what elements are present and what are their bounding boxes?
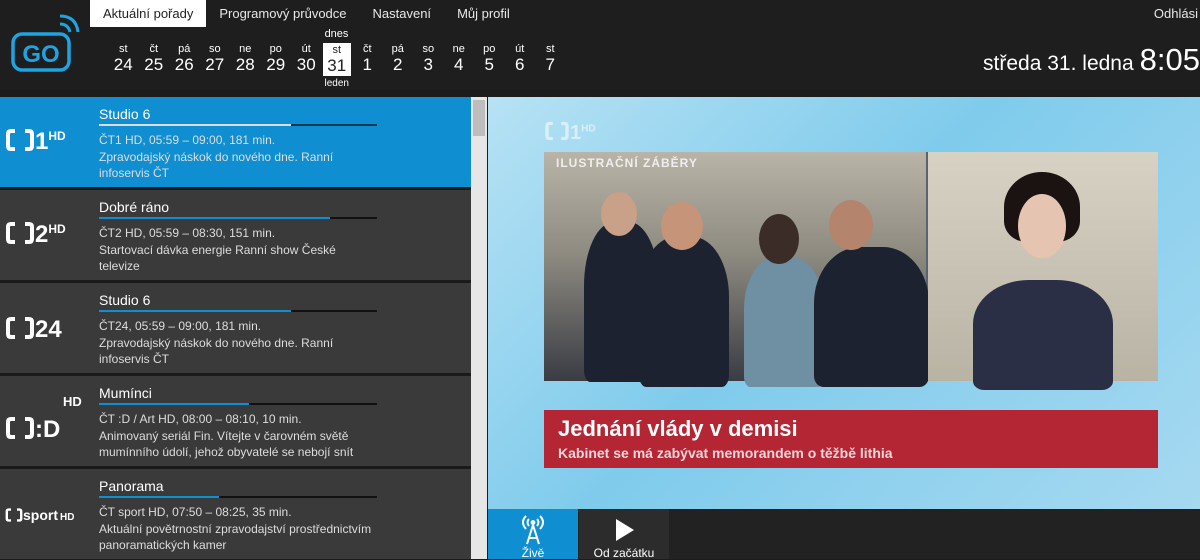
ct-go-logo[interactable]: GO [10,12,80,78]
today-label: dnes [324,28,349,40]
channel-list-scrollbar[interactable] [471,97,487,559]
channel-item-ct1[interactable]: 1HD Studio 6 ČT1 HD, 05:59 – 09:00, 181 … [0,97,471,187]
date-item[interactable]: út 6 [505,43,536,89]
news-anchor-image [928,152,1158,390]
scrollbar-thumb[interactable] [473,100,485,136]
program-progress [99,217,377,219]
ct24-logo: 24 [5,316,95,344]
ct-brackets-icon [6,317,34,339]
ctsport-logo: sport HD [5,507,95,523]
program-description: Aktuální povětrnostní zpravodajství pros… [99,522,372,552]
date-item[interactable]: čt 25 [139,43,170,89]
play-icon [616,519,634,541]
channel-item-ct24[interactable]: 24 Studio 6 ČT24, 05:59 – 09:00, 181 min… [0,283,471,373]
tab-settings[interactable]: Nastavení [360,0,445,27]
program-title: Mumínci [99,385,152,401]
live-label: Živě [521,546,545,560]
program-meta: ČT :D / Art HD, 08:00 – 08:10, 10 min. [99,412,302,426]
news-lower-third: Jednání vlády v demisi Kabinet se má zab… [544,410,1158,468]
program-description: Startovací dávka energie Ranní show Česk… [99,243,336,273]
current-date: středa 31. ledna [983,52,1134,75]
today-month: leden [324,78,349,89]
program-description: Zpravodajský náskok do nového dne. Ranní… [99,336,334,366]
ct-brackets-icon [5,508,23,522]
date-item[interactable]: st 7 [535,43,566,89]
channel-item-ct2[interactable]: 2HD Dobré ráno ČT2 HD, 05:59 – 08:30, 15… [0,190,471,280]
program-meta: ČT2 HD, 05:59 – 08:30, 151 min. [99,226,276,240]
ct1-logo: 1HD [5,128,95,156]
top-navigation: Aktuální pořady Programový průvodce Nast… [0,0,1200,27]
program-progress [99,310,377,312]
program-progress [99,124,377,126]
video-channel-logo: 1HD [544,121,596,145]
ctd-logo: HD :D [5,395,95,444]
nav-tabs: Aktuální pořady Programový průvodce Nast… [90,0,523,27]
from-start-label: Od začátku [593,546,655,560]
date-item[interactable]: ne 28 [230,43,261,89]
ct-brackets-icon [6,222,34,244]
current-datetime: středa 31. ledna 8:05 [983,42,1200,78]
ct-brackets-icon [545,121,569,141]
date-item[interactable]: st 24 [108,43,139,89]
date-item[interactable]: ne 4 [444,43,475,89]
tab-program-guide[interactable]: Programový průvodce [206,0,359,27]
date-item[interactable]: po 5 [474,43,505,89]
date-item[interactable]: so 27 [200,43,231,89]
program-title: Dobré ráno [99,199,170,215]
ct2-logo: 2HD [5,221,95,249]
program-title: Panorama [99,478,164,494]
logout-link[interactable]: Odhlási [1154,0,1200,27]
ct-brackets-icon [6,129,34,151]
ct-brackets-icon [6,417,34,439]
date-item[interactable]: pá 2 [383,43,414,89]
headline: Jednání vlády v demisi [558,416,798,441]
program-title: Studio 6 [99,106,151,122]
channel-item-ctsport[interactable]: sport HD Panorama ČT sport HD, 07:50 – 08… [0,469,471,559]
illustration-stamp: ILUSTRAČNÍ ZÁBĚRY [556,156,698,170]
meeting-scene-image: ILUSTRAČNÍ ZÁBĚRY [544,152,929,387]
svg-text:GO: GO [22,41,59,68]
program-description: Animovaný seriál Fin. Vítejte v čarovném… [99,429,354,459]
date-item[interactable]: so 3 [413,43,444,89]
video-player[interactable]: 1HD ILUSTRAČNÍ ZÁBĚRY Jednání vlády v de… [488,97,1200,509]
program-description: Zpravodajský náskok do nového dne. Ranní… [99,150,334,180]
video-frame: ILUSTRAČNÍ ZÁBĚRY [544,152,1158,390]
program-meta: ČT sport HD, 07:50 – 08:25, 35 min. [99,505,292,519]
from-start-button[interactable]: Od začátku [579,509,669,560]
date-item[interactable]: pá 26 [169,43,200,89]
player-controls: Živě Od začátku [488,509,1200,560]
tab-current-shows[interactable]: Aktuální pořady [90,0,207,27]
date-item[interactable]: út 30 [291,43,322,89]
tab-my-profile[interactable]: Můj profil [444,0,523,27]
program-progress [99,496,377,498]
antenna-icon [522,515,544,545]
channel-item-ctd[interactable]: HD :D Mumínci ČT :D / Art HD, 08:00 – 08… [0,376,471,466]
today-box: st 31 [322,43,351,76]
program-title: Studio 6 [99,292,151,308]
date-item[interactable]: čt 1 [352,43,383,89]
date-selector: st 24 čt 25 pá 26 so 27 ne 28 po 29 út 30 dnes … [108,28,566,89]
channel-list: 1HD Studio 6 ČT1 HD, 05:59 – 09:00, 181 … [0,97,471,559]
date-item[interactable]: po 29 [261,43,292,89]
subheadline: Kabinet se má zabývat memorandem o těžbě… [558,445,893,461]
live-button[interactable]: Živě [488,509,578,560]
program-progress [99,403,377,405]
program-meta: ČT1 HD, 05:59 – 09:00, 181 min. [99,133,276,147]
program-meta: ČT24, 05:59 – 09:00, 181 min. [99,319,262,333]
current-time: 8:05 [1139,42,1200,77]
date-item-today[interactable]: dnes st 31 leden [322,28,353,89]
